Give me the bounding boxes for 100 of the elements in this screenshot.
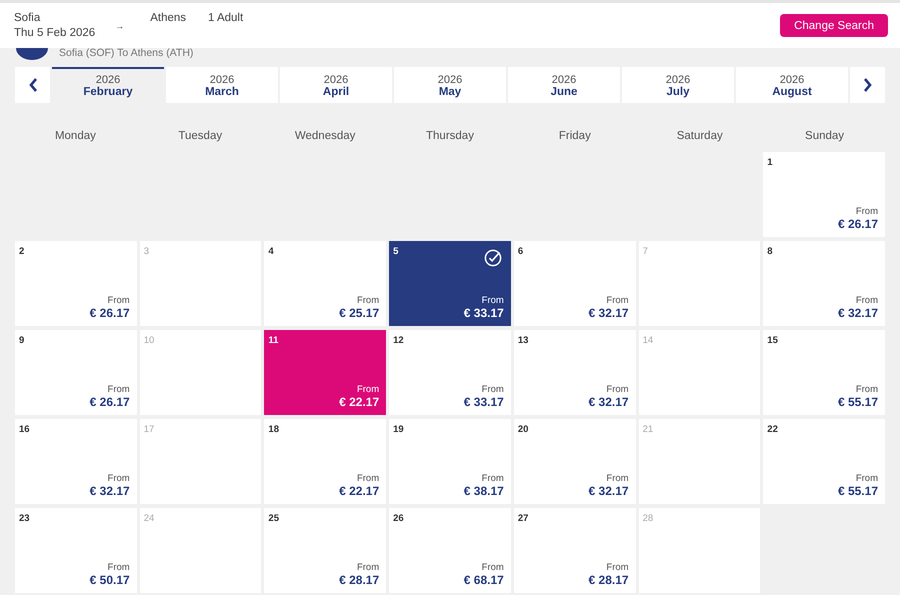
day-cell[interactable]: 25 From € 28.17: [264, 508, 386, 593]
price: € 32.17: [588, 306, 629, 320]
from-label: From: [856, 384, 878, 395]
arrow: →: [115, 21, 124, 31]
day-number: 3: [144, 246, 149, 257]
from-label: From: [606, 384, 629, 395]
chevron-left-icon: [28, 77, 38, 93]
day-number: 10: [144, 335, 154, 346]
day-number: 16: [19, 424, 30, 435]
price: € 32.17: [588, 395, 629, 409]
day-cell[interactable]: 9 From € 26.17: [15, 330, 137, 415]
day-number: 15: [767, 335, 778, 346]
from-label: From: [856, 473, 878, 484]
day-number: 25: [268, 513, 279, 524]
day-cell[interactable]: 18 From € 22.17: [264, 419, 386, 504]
from-label: From: [108, 473, 130, 484]
day-number: 4: [268, 246, 274, 257]
day-number: 21: [642, 424, 654, 435]
day-cell[interactable]: 20 From € 32.17: [514, 419, 636, 504]
from-label: From: [482, 473, 504, 484]
day-number: 7: [642, 246, 648, 257]
day-number: 14: [642, 335, 654, 346]
from-label: From: [856, 206, 878, 217]
weekday-label: Tuesday: [177, 130, 224, 144]
day-number: 19: [393, 424, 404, 435]
from-label: From: [606, 473, 629, 484]
price: € 68.17: [464, 573, 504, 587]
month-tab[interactable]: 2026 March: [166, 67, 278, 103]
day-cell[interactable]: 26 From € 68.17: [389, 508, 511, 593]
price: € 32.17: [588, 484, 629, 498]
chevron-right-icon: [862, 77, 872, 93]
passenger-count: 1 Adult: [208, 12, 244, 24]
price: € 32.17: [90, 484, 130, 498]
day-cell[interactable]: 22 From € 55.17: [763, 419, 885, 504]
month-tab[interactable]: 2026 April: [280, 67, 392, 103]
month-tab[interactable]: 2026 August: [736, 67, 848, 103]
day-cell[interactable]: 4 From € 25.17: [264, 241, 386, 326]
weekday-label: Monday: [54, 130, 97, 144]
price: € 26.17: [90, 395, 130, 409]
price: € 28.17: [588, 573, 629, 587]
weekday-label: Sunday: [804, 130, 846, 144]
next-month-button[interactable]: [850, 67, 885, 103]
destination-city: Athens: [150, 12, 186, 24]
price: € 25.17: [339, 306, 380, 320]
month-tab[interactable]: 2026 June: [508, 67, 620, 103]
day-number: 12: [393, 335, 404, 346]
from-label: From: [108, 295, 130, 306]
day-cell[interactable]: 16 From € 32.17: [15, 419, 137, 504]
day-number: 8: [767, 246, 773, 257]
change-search-button[interactable]: Change Search: [780, 14, 888, 37]
from-label: From: [108, 562, 130, 573]
day-cell[interactable]: 27 From € 28.17: [514, 508, 636, 593]
from-label: From: [482, 562, 504, 573]
day-cell[interactable]: 8 From € 32.17: [763, 241, 885, 326]
price: € 38.17: [464, 484, 504, 498]
day-number: 22: [767, 424, 778, 435]
day-cell[interactable]: 12 From € 33.17: [389, 330, 511, 415]
price: € 22.17: [339, 395, 380, 409]
route-title: Sofia (SOF) To Athens (ATH): [59, 48, 194, 59]
price: € 50.17: [90, 573, 130, 587]
price: € 26.17: [838, 217, 878, 231]
day-cell[interactable]: 13 From € 32.17: [514, 330, 636, 415]
month-tab[interactable]: 2026 July: [622, 67, 734, 103]
from-label: From: [356, 384, 380, 395]
day-cell[interactable]: 5 From € 33.17: [389, 241, 511, 326]
day-number: 20: [518, 424, 528, 435]
from-label: From: [482, 384, 504, 395]
from-label: From: [356, 295, 380, 306]
check-icon: [484, 249, 502, 267]
day-cell[interactable]: 15 From € 55.17: [763, 330, 885, 415]
previous-month-button[interactable]: [15, 67, 50, 103]
day-cell[interactable]: 11 From € 22.17: [264, 330, 386, 415]
day-cell[interactable]: 1 From € 26.17: [763, 152, 885, 237]
from-label: From: [606, 562, 629, 573]
day-number: 26: [393, 513, 404, 524]
origin-city: Sofia: [14, 12, 42, 24]
price: € 22.17: [339, 484, 380, 498]
price: € 28.17: [339, 573, 380, 587]
day-number: 6: [518, 246, 524, 257]
from-label: From: [356, 473, 380, 484]
day-cell[interactable]: 6 From € 32.17: [514, 241, 636, 326]
day-cell[interactable]: 2 From € 26.17: [15, 241, 137, 326]
day-number: 9: [19, 335, 24, 346]
day-cell[interactable]: 19 From € 38.17: [389, 419, 511, 504]
travel-date: Thu 5 Feb 2026: [14, 27, 96, 39]
airline-logo-icon: [16, 48, 48, 60]
day-number: 5: [393, 246, 398, 257]
price: € 55.17: [838, 395, 878, 409]
day-number: 1: [767, 157, 773, 168]
day-number: 28: [642, 513, 654, 524]
price: € 33.17: [464, 395, 504, 409]
day-number: 13: [518, 335, 528, 346]
weekday-label: Wednesday: [294, 130, 356, 144]
price: € 33.17: [464, 306, 504, 320]
day-number: 24: [144, 513, 154, 524]
month-tab[interactable]: 2026 May: [394, 67, 506, 103]
day-cell[interactable]: 23 From € 50.17: [15, 508, 137, 593]
day-number: 17: [144, 424, 154, 435]
from-label: From: [606, 295, 629, 306]
from-label: From: [856, 295, 878, 306]
